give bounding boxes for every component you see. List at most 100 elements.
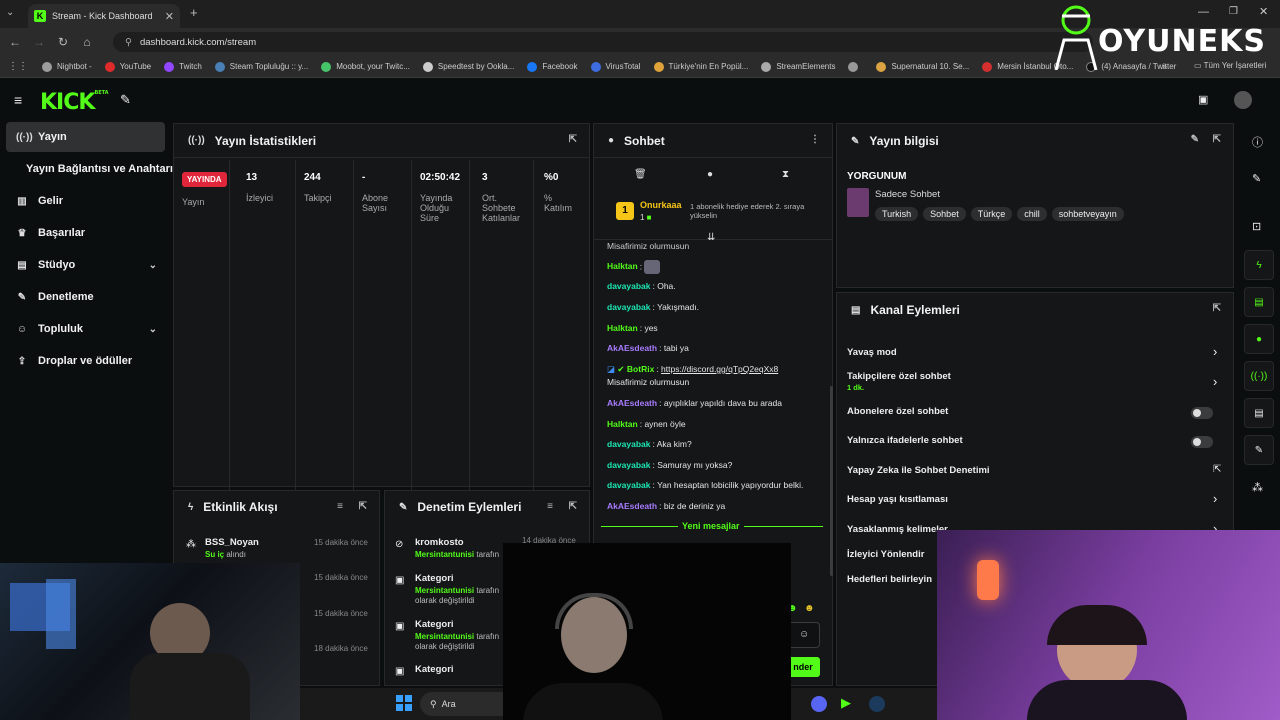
capture-icon[interactable]: ⊡ [1252,220,1261,233]
chat-mode-icon[interactable]: ● [707,169,713,180]
rail-wrench[interactable]: ✎ [1244,435,1274,465]
apps-icon[interactable]: ⋮⋮ [8,61,28,72]
new-tab-icon[interactable]: + [190,5,198,20]
action-account-age[interactable]: Hesap yaşı kısıtlaması [847,494,1227,505]
edit-icon: ✎ [399,501,408,513]
discord-icon[interactable] [811,696,827,712]
bookmark-item[interactable]: Türkiye'nin En Popül... [653,61,748,72]
sidebar-item-revenue[interactable]: ▥ Gelir [6,186,165,216]
close-tab-icon[interactable]: ✕ [165,10,174,23]
rail-quick-actions[interactable]: ϟ [1244,250,1274,280]
bookmark-item[interactable]: Facebook [527,61,578,72]
filter-icon[interactable]: ≡ [337,501,343,512]
popout-icon[interactable]: ⇱ [359,501,367,512]
bookmark-item[interactable]: Nightbot - [42,61,92,72]
home-icon[interactable]: ⌂ [75,35,99,49]
activity-time: 15 dakika önce [314,609,368,618]
sidebar-item-stream[interactable]: ((·)) Yayın [6,122,165,152]
user-avatar[interactable] [1234,91,1252,109]
steam-icon[interactable] [869,696,885,712]
sidebar-item-drops[interactable]: ⇪ Droplar ve ödüller [6,346,165,376]
reload-icon[interactable]: ↻ [51,35,75,49]
channel-actions-title: Kanal Eylemleri [870,303,960,317]
windows-start-icon[interactable] [396,695,412,711]
category-name: Sadece Sohbet [875,189,940,200]
trash-icon[interactable]: 🗑 [634,169,647,180]
chat-input[interactable]: ☺ [786,622,820,648]
bookmark-item[interactable]: Steam Topluluğu :: y... [214,61,308,72]
tag-list: Turkish Sohbet Türkçe chill sohbetveyayın [875,204,1129,222]
moderation-item-title: Kategori [415,573,454,584]
menu-icon[interactable]: ≡ [14,92,22,108]
action-slow-mode[interactable]: Yavaş mod [847,347,1227,358]
filter-icon[interactable]: ≡ [547,501,553,512]
popout-icon[interactable]: ⇱ [569,501,577,512]
category-icon: ▣ [395,621,405,632]
timer-icon[interactable]: ⧗ [782,169,789,180]
watermark-text: OYUNEKS [1098,24,1266,59]
tag: Turkish [875,207,919,221]
site-info-icon[interactable]: ⚲ [125,37,132,48]
taskbar-search[interactable]: ⚲ Ara [420,692,503,716]
rail-notes[interactable]: ▤ [1244,287,1274,317]
url-field[interactable]: ⚲ dashboard.kick.com/stream [113,32,1093,52]
info-icon[interactable]: ⓘ [1252,134,1263,150]
browser-tab[interactable]: K Stream - Kick Dashboard ✕ [28,4,180,28]
wallet-icon[interactable]: ▣ [1198,93,1208,106]
sidebar-item-community[interactable]: ☺ Topluluk ⌄ [6,314,165,344]
stat-subscribers: - Abone Sayısı [354,160,412,490]
sidebar-item-moderation[interactable]: ✎ Denetleme [6,282,165,312]
rail-chat[interactable]: ● [1244,324,1274,354]
sidebar-item-studio[interactable]: ▤ Stüdyo ⌄ [6,250,165,280]
discord-link[interactable]: https://discord.gg/qTpQ2eqXx8 [661,364,778,374]
ban-icon: ⊘ [395,539,404,550]
bookmark-item[interactable]: Twitch [164,61,202,72]
sidebar-item-stream-key[interactable]: Yayın Bağlantısı ve Anahtarı [16,154,176,184]
bookmark-item[interactable]: YouTube [104,61,151,72]
bookmark-item[interactable] [848,61,863,72]
chevron-right-icon[interactable]: › [1213,344,1217,359]
chat-message: davayabak: Yakışmadı. [607,302,699,312]
forward-icon[interactable]: → [27,35,51,49]
more-options-icon[interactable]: ⋮ [810,134,820,145]
subscribers-only-toggle[interactable] [1191,407,1213,419]
chat-scrollbar[interactable] [830,386,833,576]
chat-header: ● Sohbet ⋮ [594,124,832,158]
bookmark-item[interactable]: Supernatural 10. Se... [876,61,969,72]
stream-info-panel: ✎ Yayın bilgisi ✎ ⇱ YORGUNUM Sadece Sohbet … [836,123,1234,288]
send-button[interactable]: nder [786,657,820,677]
rail-broadcast[interactable]: ((·)) [1244,361,1274,391]
media-icon[interactable]: ▶ [841,695,851,711]
action-subscribers-only[interactable]: Abonelere özel sohbet [847,406,1227,417]
action-ai-moderation[interactable]: Yapay Zeka ile Sohbet Denetimi [847,465,1227,476]
edit-layout-icon[interactable]: ✎ [1252,172,1261,185]
pin-icon[interactable]: ✎ [120,92,131,108]
bookmark-item[interactable]: Moobot, your Twitc... [321,61,410,72]
studio-icon: ▤ [17,259,27,271]
popout-icon[interactable]: ⇱ [1213,303,1221,314]
chevron-right-icon[interactable]: › [1213,374,1217,389]
community-icon[interactable]: ⁂ [1252,481,1263,494]
moderation-header: ✎ Denetim Eylemleri ≡ ⇱ [385,491,589,523]
popout-icon[interactable]: ⇱ [569,134,577,145]
chat-title: Sohbet [624,133,665,148]
bookmark-item[interactable]: Speedtest by Ookla... [422,61,514,72]
rail-server[interactable]: ▤ [1244,398,1274,428]
kick-logo[interactable]: KICKBETA [40,90,109,115]
external-link-icon[interactable]: ⇱ [1213,464,1221,475]
popout-icon[interactable]: ⇱ [1213,134,1221,145]
emotes-only-toggle[interactable] [1191,436,1213,448]
person-body [1027,680,1187,720]
bookmark-item[interactable]: VirusTotal [590,61,641,72]
edit-icon[interactable]: ✎ [1191,134,1199,145]
tab-list-icon[interactable]: ⌄ [6,7,14,18]
emote-icon[interactable]: ☻ [804,603,815,614]
chevron-right-icon[interactable]: › [1213,491,1217,506]
back-icon[interactable]: ← [3,35,27,49]
sidebar-item-achievements[interactable]: ♛ Başarılar [6,218,165,248]
action-emotes-only[interactable]: Yalnızca ifadelerle sohbet [847,435,1227,446]
action-followers-only[interactable]: Takipçilere özel sohbet 1 dk. [847,371,1227,393]
drops-icon: ⇪ [17,355,27,367]
bookmark-item[interactable]: StreamElements [761,61,835,72]
emoji-picker-icon[interactable]: ☺ [799,629,809,640]
